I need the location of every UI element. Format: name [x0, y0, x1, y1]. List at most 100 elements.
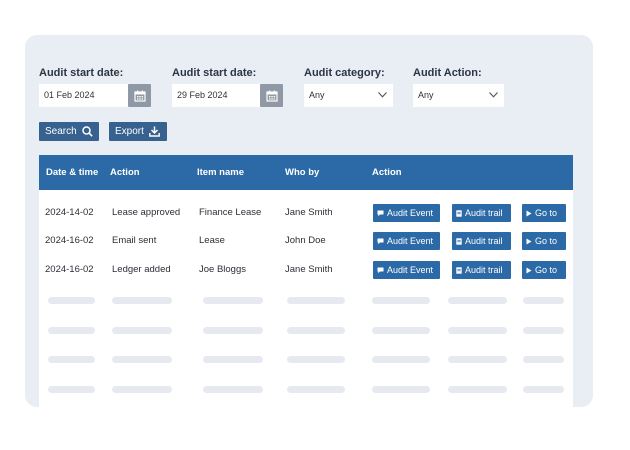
go-to-label: Go to [535, 265, 558, 275]
audit-event-button[interactable]: Audit Event [373, 232, 440, 250]
skeleton-bar [112, 386, 172, 393]
go-to-label: Go to [535, 208, 558, 218]
filter-category: Audit category: [304, 66, 385, 80]
skeleton-bar [287, 327, 345, 334]
skeleton-bar [112, 356, 172, 363]
audit-trail-button[interactable]: Audit trail [452, 204, 511, 222]
play-icon [526, 238, 532, 244]
audit-event-button[interactable]: Audit Event [373, 204, 440, 222]
skeleton-bar [112, 327, 172, 334]
skeleton-bar [523, 297, 564, 304]
chevron-down-icon [489, 92, 498, 98]
calendar-icon[interactable] [260, 84, 283, 107]
filter-label: Audit category: [304, 67, 385, 79]
skeleton-bar [448, 297, 507, 304]
cell-action: Lease approved [112, 207, 181, 218]
skeleton-bar [448, 327, 507, 334]
skeleton-bar [203, 327, 263, 334]
filter-start-date-1: Audit start date: [39, 66, 123, 80]
audit-event-label: Audit Event [387, 236, 434, 246]
skeleton-bar [372, 327, 430, 334]
cell-who-by: Jane Smith [285, 207, 333, 218]
play-icon [526, 210, 532, 216]
calendar-icon[interactable] [128, 84, 151, 107]
table-row: 2024-16-02 Ledger added Joe Bloggs Jane … [39, 260, 573, 280]
skeleton-bar [372, 356, 430, 363]
cell-who-by: Jane Smith [285, 264, 333, 275]
search-button[interactable]: Search [39, 122, 99, 141]
skeleton-bar [48, 297, 95, 304]
filter-label: Audit start date: [172, 67, 257, 79]
audit-trail-label: Audit trail [465, 208, 503, 218]
column-header-date[interactable]: Date & time [46, 155, 98, 190]
skeleton-bar [203, 356, 263, 363]
skeleton-bar [48, 386, 95, 393]
column-header-action[interactable]: Action [110, 155, 140, 190]
search-button-label: Search [45, 126, 77, 137]
go-to-button[interactable]: Go to [522, 204, 566, 222]
audit-event-label: Audit Event [387, 208, 434, 218]
audit-trail-label: Audit trail [465, 236, 503, 246]
audit-event-label: Audit Event [387, 265, 434, 275]
skeleton-bar [48, 327, 95, 334]
cell-item-name: Joe Bloggs [199, 264, 247, 275]
skeleton-bar [448, 386, 507, 393]
table-row: 2024-16-02 Email sent Lease John Doe Aud… [39, 231, 573, 251]
cell-action: Ledger added [112, 264, 171, 275]
audit-event-button[interactable]: Audit Event [373, 261, 440, 279]
table-header: Date & time Action Item name Who by Acti… [39, 155, 573, 190]
search-icon [81, 126, 93, 137]
audit-table: Date & time Action Item name Who by Acti… [39, 155, 573, 407]
go-to-button[interactable]: Go to [522, 261, 566, 279]
comment-icon [377, 238, 384, 244]
go-to-button[interactable]: Go to [522, 232, 566, 250]
filter-action: Audit Action: [413, 66, 482, 80]
export-button-label: Export [115, 126, 144, 137]
skeleton-bar [372, 386, 430, 393]
skeleton-bar [287, 356, 345, 363]
cell-item-name: Lease [199, 235, 225, 246]
chevron-down-icon [378, 92, 387, 98]
export-button[interactable]: Export [109, 122, 167, 141]
action-select[interactable]: Any [413, 84, 504, 107]
start-date-input-2[interactable]: 29 Feb 2024 [172, 84, 262, 107]
document-icon [456, 237, 462, 245]
column-header-who-by[interactable]: Who by [285, 155, 319, 190]
audit-panel: Audit start date: 01 Feb 2024 Audit star… [25, 35, 593, 407]
skeleton-row [39, 297, 573, 305]
download-icon [149, 126, 160, 137]
audit-trail-button[interactable]: Audit trail [452, 232, 511, 250]
skeleton-row [39, 386, 573, 394]
cell-who-by: John Doe [285, 235, 326, 246]
cell-date: 2024-16-02 [45, 235, 94, 246]
skeleton-row [39, 327, 573, 335]
start-date-input-1[interactable]: 01 Feb 2024 [39, 84, 129, 107]
column-header-actions: Action [372, 167, 402, 178]
category-select-value: Any [309, 90, 325, 100]
audit-trail-button[interactable]: Audit trail [452, 261, 511, 279]
skeleton-bar [203, 297, 263, 304]
column-header-item-name[interactable]: Item name [197, 155, 244, 190]
cell-date: 2024-16-02 [45, 264, 94, 275]
go-to-label: Go to [535, 236, 558, 246]
skeleton-bar [523, 386, 564, 393]
skeleton-bar [203, 386, 263, 393]
category-select[interactable]: Any [304, 84, 393, 107]
audit-trail-label: Audit trail [465, 265, 503, 275]
filter-start-date-2: Audit start date: [172, 66, 256, 80]
document-icon [456, 266, 462, 274]
play-icon [526, 267, 532, 273]
filter-label: Audit Action: [413, 67, 482, 79]
filter-label: Audit start date: [39, 67, 124, 79]
skeleton-bar [523, 356, 564, 363]
skeleton-bar [48, 356, 95, 363]
cell-date: 2024-14-02 [45, 207, 94, 218]
skeleton-bar [287, 386, 345, 393]
skeleton-bar [448, 356, 507, 363]
skeleton-bar [112, 297, 172, 304]
document-icon [456, 209, 462, 217]
skeleton-bar [523, 327, 564, 334]
comment-icon [377, 267, 384, 273]
skeleton-bar [372, 297, 430, 304]
cell-action: Email sent [112, 235, 157, 246]
